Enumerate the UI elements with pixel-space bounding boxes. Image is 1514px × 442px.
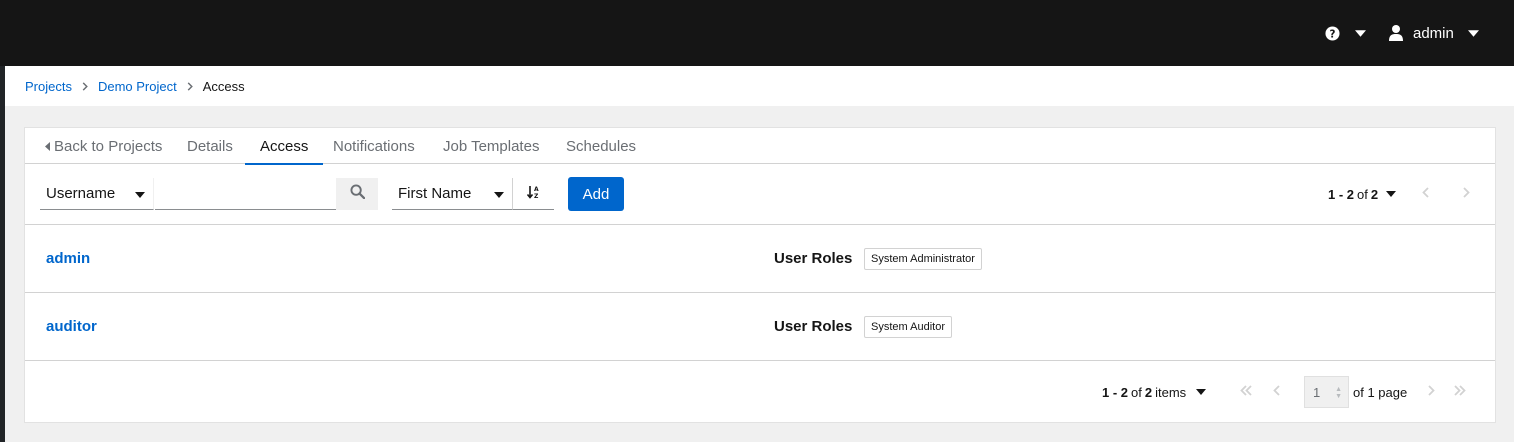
tab-schedules[interactable]: Schedules — [566, 128, 636, 164]
last-page-button[interactable] — [1450, 376, 1470, 408]
search-button[interactable] — [336, 178, 378, 210]
caret-down-icon — [1386, 191, 1397, 197]
page-number-value: 1 — [1313, 384, 1321, 400]
caret-left-icon — [45, 141, 50, 151]
tab-job-templates[interactable]: Job Templates — [443, 128, 539, 164]
angle-double-right-icon — [1454, 383, 1466, 401]
caret-down-icon — [1196, 389, 1207, 395]
user-icon — [1389, 0, 1403, 66]
svg-text:Z: Z — [534, 193, 539, 199]
breadcrumb-current: Access — [202, 78, 245, 94]
pagination-total: 2 — [1370, 186, 1379, 202]
toolbar: Username First Name AZ Add 1 - 2 of 2 — [25, 164, 1495, 225]
chevron-right-icon — [82, 81, 88, 91]
angle-left-icon — [1421, 185, 1429, 203]
tab-bar: Back to Projects Details Access Notifica… — [25, 128, 1495, 165]
user-roles-label: User Roles — [774, 249, 853, 267]
user-menu-toggle[interactable]: admin — [1413, 0, 1454, 66]
nav-edge — [0, 66, 5, 442]
sort-alpha-down-icon: AZ — [526, 185, 541, 202]
breadcrumb-projects[interactable]: Projects — [25, 79, 72, 94]
pagination-items-label: items — [1155, 384, 1187, 400]
chevron-right-icon — [187, 81, 193, 91]
username-link[interactable]: admin — [46, 225, 90, 291]
sort-field-select[interactable]: First Name — [392, 178, 512, 210]
caret-down-icon — [494, 185, 504, 202]
user-roles-label: User Roles — [774, 317, 853, 335]
angle-right-icon — [1427, 383, 1435, 401]
search-icon — [349, 184, 365, 204]
add-button[interactable]: Add — [568, 177, 624, 211]
pagination-toggle-bottom[interactable]: 1 - 2 of 2 items — [1102, 361, 1207, 423]
username-link[interactable]: auditor — [46, 293, 97, 359]
angle-left-icon — [1272, 383, 1280, 401]
pagination-range: 1 - 2 — [1102, 384, 1129, 400]
angle-right-icon — [1462, 185, 1470, 203]
pagination-range: 1 - 2 — [1328, 186, 1355, 202]
breadcrumb-demo-project[interactable]: Demo Project — [98, 79, 177, 94]
previous-page-button[interactable] — [1415, 178, 1435, 210]
angle-double-left-icon — [1240, 383, 1252, 401]
tab-details[interactable]: Details — [187, 128, 233, 164]
of-page-label: of 1 page — [1353, 384, 1408, 400]
pagination-total: 2 — [1144, 384, 1153, 400]
next-page-button[interactable] — [1456, 178, 1476, 210]
tab-access[interactable]: Access — [245, 128, 324, 165]
pagination-of: of — [1131, 384, 1142, 400]
masthead: ? admin — [0, 0, 1514, 66]
table-row: admin User Roles System Administrator — [25, 225, 1495, 293]
previous-page-button[interactable] — [1266, 376, 1286, 408]
search-field-select[interactable]: Username — [40, 178, 154, 210]
access-card: Back to Projects Details Access Notifica… — [24, 127, 1496, 423]
pagination-footer: 1 - 2 of 2 items 1 ▲ ▼ of 1 page — [25, 361, 1495, 423]
svg-text:A: A — [534, 186, 539, 193]
table-row: auditor User Roles System Auditor — [25, 293, 1495, 361]
pagination-toggle-top[interactable]: 1 - 2 of 2 — [1328, 178, 1397, 210]
sort-field-value: First Name — [398, 185, 472, 202]
first-page-button[interactable] — [1236, 376, 1256, 408]
search-field-value: Username — [46, 185, 116, 202]
caret-down-icon — [135, 185, 145, 202]
spinner-arrows-icon: ▲ ▼ — [1335, 386, 1342, 400]
tab-notifications[interactable]: Notifications — [333, 128, 415, 164]
role-chip: System Administrator — [864, 248, 982, 270]
breadcrumb: Projects Demo Project Access — [5, 66, 1514, 106]
help-circle-icon[interactable]: ? — [1325, 0, 1340, 66]
svg-text:?: ? — [1330, 28, 1336, 40]
tab-back-to-projects[interactable]: Back to Projects — [45, 128, 162, 164]
search-input[interactable] — [155, 178, 336, 210]
next-page-button[interactable] — [1421, 376, 1441, 408]
pagination-of: of — [1357, 186, 1368, 202]
sort-direction-button[interactable]: AZ — [512, 178, 554, 210]
user-caret-down-icon[interactable] — [1468, 0, 1479, 66]
help-caret-down-icon[interactable] — [1355, 0, 1366, 66]
role-chip: System Auditor — [864, 316, 952, 338]
page-number-input[interactable]: 1 ▲ ▼ — [1304, 376, 1349, 408]
tab-label: Back to Projects — [54, 137, 163, 155]
